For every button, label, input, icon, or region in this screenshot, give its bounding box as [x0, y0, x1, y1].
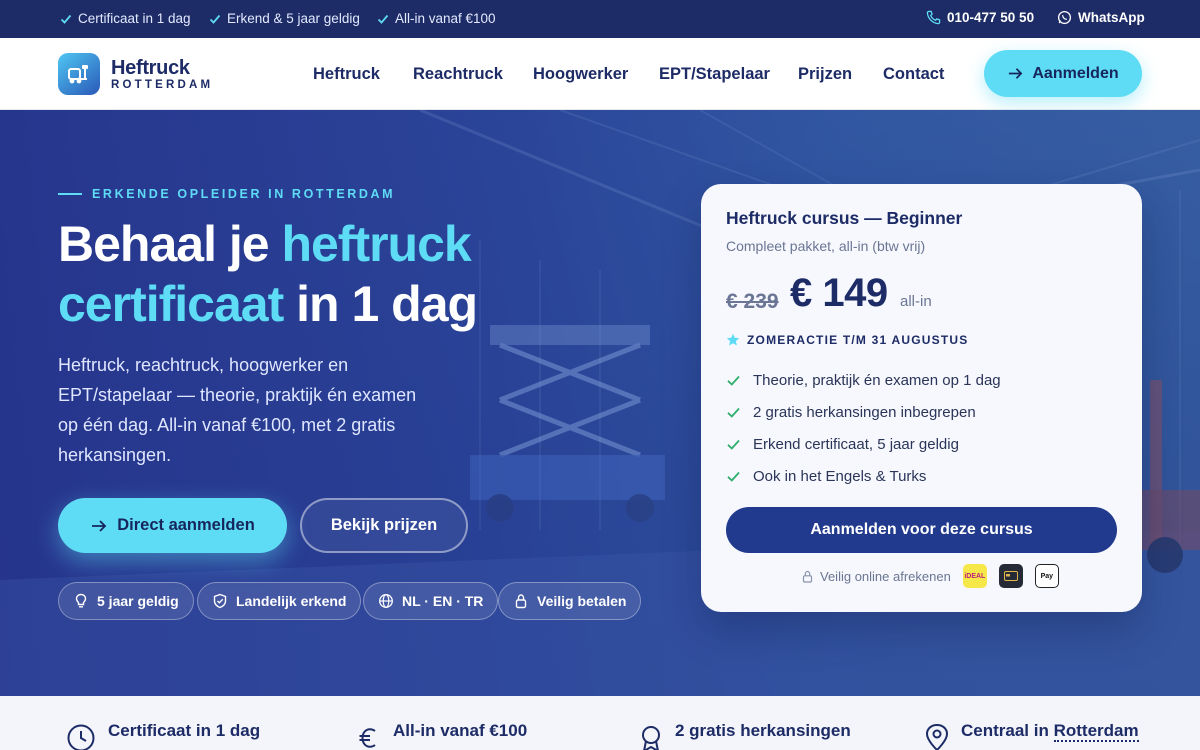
euro-icon: [359, 728, 376, 748]
header-register-label: Aanmelden: [1032, 64, 1119, 82]
apple-pay-icon: Pay: [1034, 564, 1059, 588]
usp-label: Erkend & 5 jaar geldig: [227, 11, 360, 26]
card-payment-icon: [998, 564, 1023, 588]
hero-section: ERKENDE OPLEIDER IN ROTTERDAM Behaal je …: [0, 110, 1200, 696]
feature-item: Ook in het Engels & Turks: [726, 468, 926, 485]
site-header: Heftruck ROTTERDAM Heftruck Reachtruck H…: [0, 38, 1200, 110]
hero-title-part2: in 1 dag: [283, 276, 478, 332]
whatsapp-link[interactable]: WhatsApp: [1057, 10, 1145, 25]
badge-label: Veilig betalen: [537, 593, 627, 609]
arrow-right-icon: [1009, 68, 1023, 79]
strip-title: Centraal in Rotterdam: [961, 721, 1139, 742]
badge-secure-payment: Veilig betalen: [498, 582, 642, 620]
hero-title: Behaal je heftruck certificaat in 1 dag: [58, 214, 478, 334]
check-icon: [727, 439, 740, 450]
feature-item: Erkend certificaat, 5 jaar geldig: [726, 436, 959, 453]
ideal-wero-icon: iDEAL: [962, 564, 987, 588]
logo-title[interactable]: Heftruck: [111, 57, 190, 80]
feature-label: Theorie, praktijk én examen op 1 dag: [753, 372, 1001, 389]
arrow-right-icon: [92, 519, 107, 532]
secure-text: Veilig online afrekenen: [820, 568, 951, 584]
nav-ept-stapelaar[interactable]: EPT/Stapelaar: [659, 65, 770, 84]
check-icon: [209, 14, 221, 24]
clock-icon: [67, 724, 95, 750]
star-icon: [726, 333, 740, 346]
strip-title: Certificaat in 1 dag: [108, 721, 261, 740]
phone-number: 010-477 50 50: [947, 10, 1035, 25]
old-price: € 239: [726, 290, 779, 313]
hero-title-highlight1: heftruck: [281, 216, 471, 272]
shield-check-icon: [213, 593, 227, 609]
map-pin-icon: [925, 723, 949, 750]
direct-register-button[interactable]: Direct aanmelden: [58, 498, 287, 553]
strip-title: 2 gratis herkansingen: [675, 721, 851, 740]
promo-label: ZOMERACTIE T/M 31 AUGUSTUS: [726, 333, 968, 347]
check-icon: [727, 471, 740, 482]
hero-title-part1: Behaal je: [58, 216, 282, 272]
award-icon: [642, 726, 660, 750]
feature-strip: Certificaat in 1 dag All-in vanaf €100 2…: [0, 696, 1200, 750]
top-bar: Certificaat in 1 dag Erkend & 5 jaar gel…: [0, 0, 1200, 38]
credit-card-icon: [1003, 571, 1018, 581]
rotterdam-link[interactable]: Rotterdam: [1053, 721, 1139, 742]
course-card: Heftruck cursus — Beginner Compleet pakk…: [701, 184, 1142, 612]
badge-languages: NL · EN · TR: [363, 582, 499, 620]
price-suffix: all-in: [900, 293, 932, 310]
strip-title: All-in vanaf €100: [393, 721, 528, 740]
secure-checkout: Veilig online afrekenen iDEAL Pay: [801, 564, 1059, 588]
hero-eyebrow: ERKENDE OPLEIDER IN ROTTERDAM: [58, 187, 395, 201]
check-icon: [727, 407, 740, 418]
feature-item: 2 gratis herkansingen inbegrepen: [726, 404, 976, 421]
feature-label: 2 gratis herkansingen inbegrepen: [753, 404, 976, 421]
check-icon: [727, 375, 740, 386]
course-title: Heftruck cursus — Beginner: [726, 208, 963, 228]
forklift-icon: [68, 65, 88, 84]
badge-label: 5 jaar geldig: [97, 593, 179, 609]
hero-title-highlight2: certificaat: [58, 276, 284, 332]
usp-label: Certificaat in 1 dag: [78, 11, 191, 26]
nav-heftruck[interactable]: Heftruck: [313, 65, 380, 84]
globe-icon: [379, 594, 393, 608]
course-subtitle: Compleet pakket, all-in (btw vrij): [726, 238, 926, 254]
whatsapp-icon: [1057, 10, 1072, 25]
whatsapp-label: WhatsApp: [1078, 10, 1145, 25]
phone-link[interactable]: 010-477 50 50: [926, 10, 1034, 25]
header-register-button[interactable]: Aanmelden: [984, 50, 1142, 97]
logo-subtitle: ROTTERDAM: [111, 79, 214, 91]
usp-price: All-in vanaf €100: [377, 11, 496, 26]
direct-register-label: Direct aanmelden: [117, 516, 255, 534]
nav-reachtruck[interactable]: Reachtruck: [413, 65, 503, 84]
check-icon: [60, 14, 72, 24]
lock-icon: [802, 570, 813, 583]
feature-label: Erkend certificaat, 5 jaar geldig: [753, 436, 959, 453]
view-prices-button[interactable]: Bekijk prijzen: [300, 498, 468, 553]
lock-icon: [515, 594, 527, 609]
usp-certificate: Certificaat in 1 dag: [60, 11, 191, 26]
badge-recognised: Landelijk erkend: [197, 582, 362, 620]
promo-text: ZOMERACTIE T/M 31 AUGUSTUS: [747, 333, 969, 347]
nav-prijzen[interactable]: Prijzen: [798, 65, 852, 84]
badge-label: NL · EN · TR: [402, 593, 484, 609]
course-register-button[interactable]: Aanmelden voor deze cursus: [726, 507, 1117, 553]
nav-contact[interactable]: Contact: [883, 65, 944, 84]
feature-label: Ook in het Engels & Turks: [753, 468, 927, 485]
phone-icon: [926, 10, 941, 25]
check-icon: [377, 14, 389, 24]
feature-item: Theorie, praktijk én examen op 1 dag: [726, 372, 1001, 389]
badge-label: Landelijk erkend: [236, 593, 347, 609]
lightbulb-icon: [75, 593, 87, 608]
usp-recognised: Erkend & 5 jaar geldig: [209, 11, 360, 26]
badge-5-years-valid: 5 jaar geldig: [58, 582, 194, 620]
eyebrow-line: [58, 193, 82, 195]
logo-icon[interactable]: [58, 53, 100, 95]
strip-title-text: Centraal in: [961, 721, 1054, 740]
new-price: € 149: [790, 271, 888, 315]
nav-hoogwerker[interactable]: Hoogwerker: [533, 65, 628, 84]
hero-lead: Heftruck, reachtruck, hoogwerker en EPT/…: [58, 355, 417, 465]
eyebrow-text: ERKENDE OPLEIDER IN ROTTERDAM: [92, 187, 396, 201]
usp-label: All-in vanaf €100: [395, 11, 496, 26]
